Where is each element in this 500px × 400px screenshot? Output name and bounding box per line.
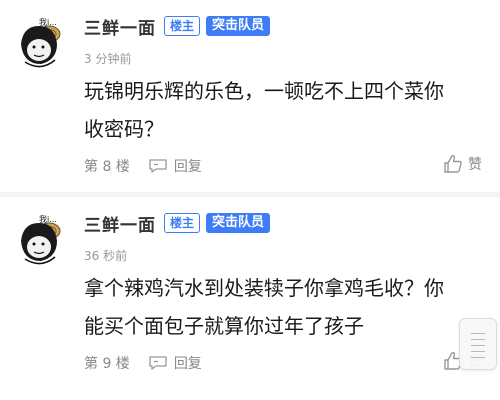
thumbs-up-icon <box>444 154 462 173</box>
reply-button[interactable]: 回复 <box>148 353 202 373</box>
scroll-grip-icon <box>471 333 485 334</box>
team-badge[interactable]: 突击队员 <box>206 16 271 36</box>
like-button[interactable]: 赞 <box>442 153 482 175</box>
scroll-grip-icon <box>471 357 485 358</box>
comment-text: 玩锦明乐辉的乐色，一顿吃不上四个菜你 收密码？ <box>84 79 444 141</box>
avatar[interactable]: 我i... <box>15 12 65 72</box>
reply-label: 回复 <box>173 356 202 372</box>
comment-meta: 第 9 楼 回复 <box>84 353 202 373</box>
comment-meta: 第 8 楼 回复 <box>84 156 202 176</box>
post-time: 36 秒前 <box>84 249 128 263</box>
comment-bubble-icon <box>149 356 167 370</box>
comment-item: 我i... 三鲜一面 楼主 突击队员 3 分钟前 玩锦明乐辉的乐色，一顿吃不上四… <box>0 0 500 192</box>
floor-number: 第 8 楼 <box>84 159 130 175</box>
op-badge: 楼主 <box>164 16 201 36</box>
comment-item: 我i... 三鲜一面 楼主 突击队员 36 秒前 拿个辣鸡汽水到处装犊子你拿鸡毛… <box>0 197 500 389</box>
avatar[interactable]: 我i... <box>15 209 65 269</box>
scroll-grip-icon <box>471 345 485 346</box>
username[interactable]: 三鲜一面 <box>84 211 156 236</box>
scroll-handle[interactable] <box>459 318 497 370</box>
reply-label: 回复 <box>173 159 202 175</box>
op-badge: 楼主 <box>164 213 201 233</box>
scroll-grip-icon <box>471 351 485 352</box>
team-badge[interactable]: 突击队员 <box>206 213 271 233</box>
reply-button[interactable]: 回复 <box>148 156 202 176</box>
post-time: 3 分钟前 <box>84 52 132 66</box>
username[interactable]: 三鲜一面 <box>84 14 156 39</box>
comment-text: 拿个辣鸡汽水到处装犊子你拿鸡毛收？你 能买个面包子就算你过年了孩子 <box>84 276 444 338</box>
comment-bubble-icon <box>149 159 167 173</box>
like-label: 赞 <box>468 157 482 173</box>
floor-number: 第 9 楼 <box>84 356 130 372</box>
comment-header: 三鲜一面 楼主 突击队员 <box>84 14 271 39</box>
scroll-grip-icon <box>471 339 485 340</box>
avatar-caption: 我i... <box>39 214 57 224</box>
avatar-caption: 我i... <box>39 17 57 27</box>
comment-header: 三鲜一面 楼主 突击队员 <box>84 211 271 236</box>
